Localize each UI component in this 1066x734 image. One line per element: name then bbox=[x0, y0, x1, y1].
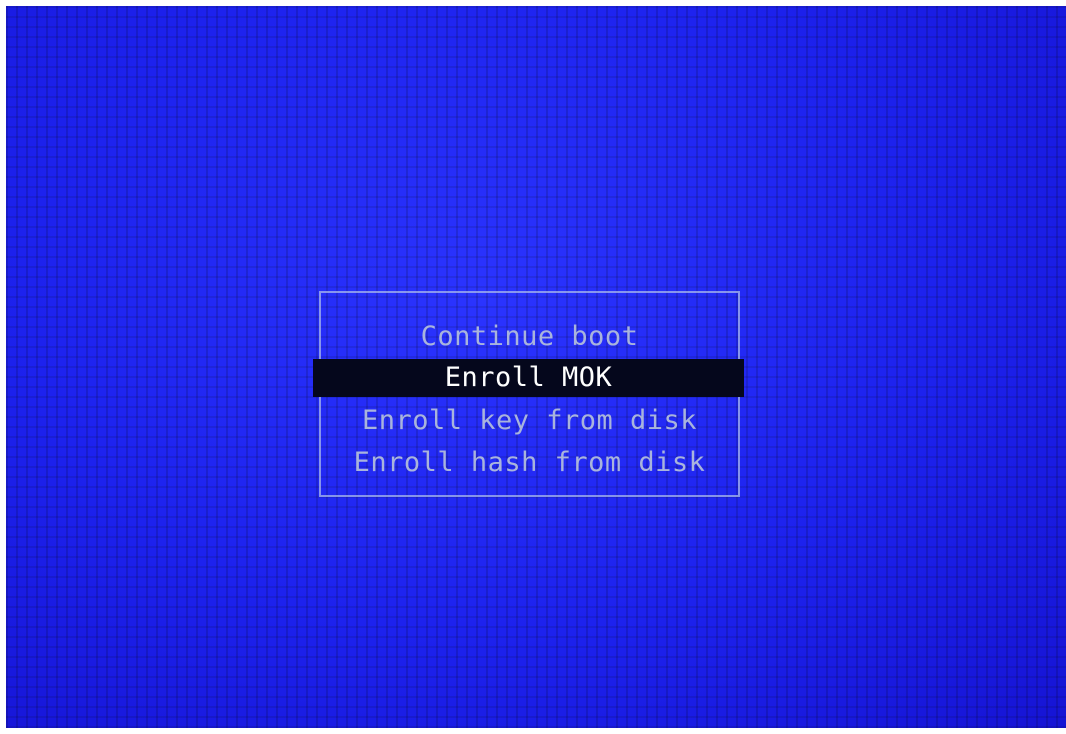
menu-item-enroll-hash-from-disk[interactable]: Enroll hash from disk bbox=[321, 443, 738, 483]
menu-list: Continue boot Enroll MOK Enroll key from… bbox=[313, 293, 744, 495]
boot-screen: Continue boot Enroll MOK Enroll key from… bbox=[6, 6, 1066, 728]
menu-item-continue-boot[interactable]: Continue boot bbox=[321, 317, 738, 357]
menu-item-enroll-key-from-disk[interactable]: Enroll key from disk bbox=[321, 401, 738, 441]
menu-item-enroll-mok[interactable]: Enroll MOK bbox=[313, 359, 744, 397]
mok-management-menu: Continue boot Enroll MOK Enroll key from… bbox=[313, 291, 744, 497]
